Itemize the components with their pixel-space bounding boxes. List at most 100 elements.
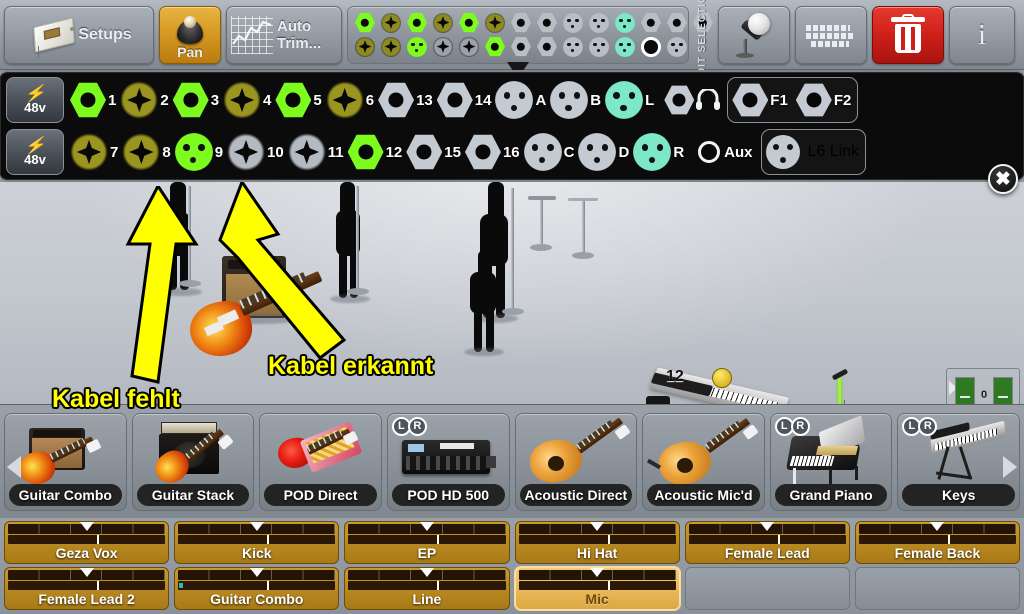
pan-handle[interactable] — [419, 568, 434, 577]
mixer-strip[interactable]: Mic — [514, 567, 680, 610]
channel-jack-4[interactable]: 4 — [223, 81, 271, 119]
mixer-strip[interactable]: Geza Vox — [4, 521, 170, 564]
trs-jack-icon — [381, 12, 401, 33]
pan-handle[interactable] — [760, 522, 775, 531]
gear-item[interactable]: Guitar Stack — [131, 412, 255, 511]
channel-jack-d[interactable]: D — [578, 133, 629, 171]
gear-item[interactable]: L R POD HD 500 — [386, 412, 510, 511]
channel-jack-7[interactable]: 7 — [70, 133, 118, 171]
channel-label: 11 — [327, 143, 344, 161]
auto-trim-button[interactable]: Auto Trim... — [226, 5, 342, 64]
channel-jack-c[interactable]: C — [523, 133, 574, 171]
f1-label: F1 — [770, 91, 788, 109]
channel-jack-13[interactable]: 13 — [378, 82, 433, 118]
phantom-power-bottom-button[interactable]: ⚡ 48v — [6, 129, 64, 175]
xlr-jack-icon — [667, 36, 687, 57]
pan-handle[interactable] — [249, 568, 264, 577]
channel-jack-5[interactable]: 5 — [275, 82, 322, 118]
scroll-left-arrow-icon[interactable] — [7, 455, 21, 478]
delete-button[interactable] — [872, 5, 944, 64]
channel-jack-8[interactable]: 8 — [122, 133, 171, 171]
channel-label: 3 — [210, 91, 220, 109]
mic-tool-button[interactable] — [718, 5, 790, 64]
setups-button[interactable]: Setups — [4, 5, 154, 64]
xlr-jack-icon — [174, 133, 213, 171]
stage-area[interactable]: 12 Mic Drag or tap icons below to add yo… — [0, 182, 1024, 404]
xlr-jack-icon — [407, 36, 427, 57]
lr-badge-icon: LR — [391, 416, 427, 436]
mixer-strip[interactable]: Female Back — [854, 521, 1021, 564]
scroll-right-arrow-icon[interactable] — [1003, 455, 1017, 478]
close-icon: ✖ — [995, 168, 1011, 190]
channel-jack-3[interactable]: 3 — [172, 82, 220, 118]
channel-jack-1[interactable]: 1 — [70, 82, 116, 118]
mixer-strip[interactable]: Guitar Combo — [174, 567, 340, 610]
gear-item[interactable]: L R Grand Piano — [769, 412, 893, 511]
io-channel-row-top: ⚡ 48v 1 2 3 4 5 6 13 14 A B L F1 F2 — [6, 74, 1018, 126]
setups-label: Setups — [78, 25, 132, 43]
trs-jack-icon — [287, 133, 326, 171]
jack-hole — [233, 139, 259, 165]
aux-input[interactable]: Aux — [698, 141, 753, 163]
info-button[interactable]: i — [949, 5, 1015, 64]
channel-jack-11[interactable]: 11 — [287, 133, 344, 171]
close-panel-button[interactable]: ✖ — [988, 164, 1018, 194]
pan-handle[interactable] — [79, 568, 94, 577]
channel-jack-12[interactable]: 12 — [347, 134, 402, 170]
jack-hole — [436, 40, 450, 53]
mixer-strip[interactable]: Hi Hat — [514, 521, 680, 564]
keyboard-tool-button[interactable] — [795, 5, 867, 64]
channel-jack-a[interactable]: A — [495, 81, 546, 119]
trs-jack-icon — [70, 133, 108, 171]
io-overview-strip[interactable] — [347, 5, 713, 78]
channel-jack-l[interactable]: L — [605, 81, 654, 119]
footswitch-f2[interactable]: F2 — [795, 83, 851, 117]
pan-button[interactable]: Pan — [159, 5, 221, 64]
headphones-icon — [696, 89, 721, 110]
pan-handle[interactable] — [249, 522, 264, 531]
pan-handle[interactable] — [590, 522, 605, 531]
channel-jack-16[interactable]: 16 — [464, 134, 520, 170]
channel-label: L — [645, 91, 655, 109]
xlr-jack-icon — [563, 36, 583, 57]
channel-jack-r[interactable]: R — [633, 133, 684, 171]
hex-jack-icon — [407, 12, 427, 33]
channel-jack-14[interactable]: 14 — [436, 82, 491, 118]
meter-tick-mark — [960, 396, 970, 398]
channel-jack-2[interactable]: 2 — [120, 81, 169, 119]
mixer-strip[interactable]: Female Lead — [684, 521, 850, 564]
meter-scale: 0-5-10-15-20-30-60 — [947, 369, 1021, 404]
xlr-jack-icon — [589, 12, 609, 33]
gear-item[interactable]: Acoustic Direct — [514, 412, 638, 511]
gear-item[interactable]: Guitar Combo — [4, 412, 127, 511]
jack-hole — [384, 16, 398, 29]
gear-artwork — [260, 416, 381, 486]
channel-label: 4 — [263, 91, 272, 109]
phantom-power-top-button[interactable]: ⚡ 48v — [6, 77, 64, 123]
headphones-jack[interactable] — [664, 85, 721, 115]
pan-handle[interactable] — [930, 522, 945, 531]
channel-jack-6[interactable]: 6 — [325, 81, 374, 119]
gear-label: Guitar Combo — [9, 483, 122, 506]
mixer-row-2: Female Lead 2 Guitar Combo Line Mic — [4, 567, 1021, 610]
gear-item[interactable]: POD Direct — [259, 412, 382, 511]
gear-label: Guitar Stack — [136, 483, 250, 506]
channel-jack-b[interactable]: B — [550, 81, 601, 119]
gear-item[interactable]: L R Keys — [897, 412, 1020, 511]
mixer-strip[interactable]: Line — [344, 567, 510, 610]
mixer-strip[interactable]: Kick — [174, 521, 340, 564]
pan-handle[interactable] — [79, 522, 94, 531]
jack-hole — [516, 18, 526, 27]
channel-jack-15[interactable]: 15 — [406, 134, 461, 170]
channel-jack-10[interactable]: 10 — [227, 133, 284, 171]
mixer-strip[interactable]: Female Lead 2 — [4, 567, 170, 610]
jack-hole — [358, 40, 372, 53]
pan-handle[interactable] — [419, 522, 434, 531]
channel-jack-9[interactable]: 9 — [174, 133, 223, 171]
l6-link-group[interactable]: L6 Link — [760, 129, 867, 175]
gear-item[interactable]: Acoustic Mic'd — [642, 412, 765, 511]
pan-handle[interactable] — [590, 568, 605, 577]
hex-jack-icon — [464, 134, 501, 170]
footswitch-f1[interactable]: F1 — [732, 83, 788, 117]
mixer-strip[interactable]: EP — [344, 521, 510, 564]
